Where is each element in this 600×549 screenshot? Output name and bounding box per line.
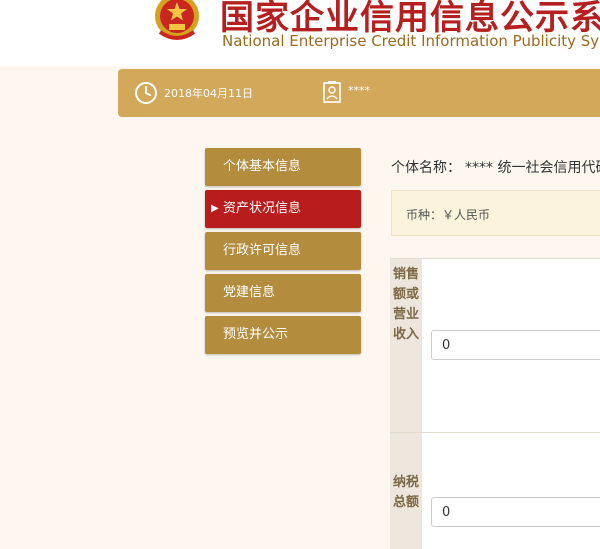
- active-arrow-icon: ▶: [211, 203, 219, 214]
- entity-name-value: ****: [465, 160, 493, 176]
- sales-revenue-row: 销售额或营业收入: [390, 258, 600, 432]
- menu-item-label: 预览并公示: [223, 327, 289, 342]
- site-header: 国家企业信用信息公示系统 National Enterprise Credit …: [0, 0, 600, 66]
- menu-item-label: 个体基本信息: [223, 159, 302, 174]
- sidebar-menu: 个体基本信息 ▶ 资产状况信息 行政许可信息 党建信息 预览并公示: [205, 148, 361, 358]
- total-tax-row: 纳税总额: [390, 432, 600, 549]
- menu-item-preview-publish[interactable]: 预览并公示: [205, 316, 361, 354]
- current-date: 2018年04月11日: [164, 87, 253, 100]
- menu-item-basic-info[interactable]: 个体基本信息: [205, 148, 361, 186]
- sales-revenue-label: 销售额或营业收入: [392, 267, 419, 342]
- credit-code-label: 统一社会信用代码：: [497, 160, 600, 176]
- user-name: ****: [348, 84, 370, 97]
- currency-text: 币种：￥人民币: [406, 208, 491, 222]
- menu-item-admin-license[interactable]: 行政许可信息: [205, 232, 361, 270]
- national-emblem-icon: [155, 0, 199, 40]
- site-title-en: National Enterprise Credit Information P…: [222, 32, 600, 50]
- total-tax-input[interactable]: [431, 497, 600, 527]
- menu-item-asset-status[interactable]: ▶ 资产状况信息: [205, 190, 361, 228]
- menu-item-party-building[interactable]: 党建信息: [205, 274, 361, 312]
- page: 国家企业信用信息公示系统 National Enterprise Credit …: [0, 0, 600, 549]
- menu-item-label: 行政许可信息: [223, 243, 302, 258]
- entity-info-line: 个体名称：**** 统一社会信用代码：: [391, 157, 600, 177]
- currency-bar: 币种：￥人民币: [391, 190, 600, 236]
- total-tax-label: 纳税总额: [392, 475, 419, 510]
- info-bar: 2018年04月11日 ****: [118, 69, 600, 117]
- total-tax-label-cell: 纳税总额: [390, 433, 422, 549]
- entity-name-label: 个体名称：: [391, 160, 461, 176]
- user-id-icon: [323, 81, 341, 103]
- menu-item-label: 资产状况信息: [223, 201, 302, 216]
- sales-revenue-label-cell: 销售额或营业收入: [390, 259, 422, 432]
- menu-item-label: 党建信息: [223, 285, 276, 300]
- sales-revenue-input[interactable]: [431, 330, 600, 360]
- clock-icon: [135, 82, 157, 104]
